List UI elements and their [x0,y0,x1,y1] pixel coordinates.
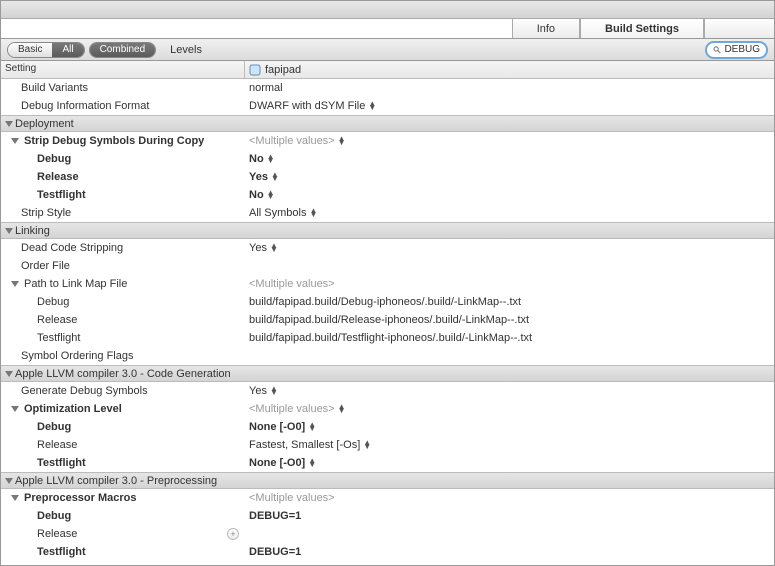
popup-icon[interactable]: ▲▼ [338,405,346,413]
setting-row[interactable]: DebugNo▲▼ [1,150,774,168]
disclosure-icon [5,478,13,484]
window-titlebar [1,1,774,19]
tab-info[interactable]: Info [512,19,580,38]
settings-table: Build Variantsnormal Debug Information F… [1,79,774,565]
disclosure-icon [5,371,13,377]
setting-row[interactable]: ReleaseYes▲▼ [1,168,774,186]
setting-row[interactable]: Debug Information FormatDWARF with dSYM … [1,97,774,115]
setting-row[interactable]: Generate Debug SymbolsYes▲▼ [1,382,774,400]
column-setting[interactable]: Setting [1,61,245,78]
scope-filter[interactable]: Basic All [7,42,85,58]
setting-row[interactable]: Symbol Ordering Flags [1,347,774,365]
tab-build-settings[interactable]: Build Settings [580,19,704,38]
column-header: Setting fapipad [1,61,774,79]
search-text: DEBUG [724,44,760,55]
popup-icon[interactable]: ▲▼ [270,387,278,395]
popup-icon[interactable]: ▲▼ [368,102,376,110]
disclosure-icon[interactable] [11,495,19,501]
popup-icon[interactable]: ▲▼ [308,423,316,431]
popup-icon[interactable]: ▲▼ [309,209,317,217]
popup-icon[interactable]: ▲▼ [271,173,279,181]
section-deployment[interactable]: Deployment [1,115,774,132]
popup-icon[interactable]: ▲▼ [267,155,275,163]
view-levels[interactable]: Levels [170,44,202,56]
filter-toolbar: Basic All Combined Levels DEBUG [1,39,774,61]
setting-row[interactable]: Path to Link Map File<Multiple values> [1,275,774,293]
column-target[interactable]: fapipad [245,61,774,78]
disclosure-icon[interactable] [11,138,19,144]
disclosure-icon [5,121,13,127]
search-icon [713,45,721,55]
app-icon [249,64,261,76]
setting-row[interactable]: Strip Debug Symbols During Copy<Multiple… [1,132,774,150]
setting-row[interactable]: Release+ [1,525,774,543]
setting-row[interactable]: Dead Code StrippingYes▲▼ [1,239,774,257]
setting-row[interactable]: Testflightbuild/fapipad.build/Testflight… [1,329,774,347]
disclosure-icon [5,228,13,234]
popup-icon[interactable]: ▲▼ [363,441,371,449]
search-field[interactable]: DEBUG [705,41,768,59]
setting-row[interactable]: DebugDEBUG=1 [1,507,774,525]
tab-empty[interactable] [704,19,774,38]
setting-row[interactable]: ReleaseFastest, Smallest [-Os]▲▼ [1,436,774,454]
setting-row[interactable]: TestflightNone [-O0]▲▼ [1,454,774,472]
setting-row[interactable]: Build Variantsnormal [1,79,774,97]
main-tabs: Info Build Settings [1,19,774,39]
setting-row[interactable]: Debugbuild/fapipad.build/Debug-iphoneos/… [1,293,774,311]
setting-row[interactable]: TestflightDEBUG=1 [1,543,774,561]
view-filter[interactable]: Combined [89,42,157,58]
setting-row[interactable]: TestflightNo▲▼ [1,186,774,204]
popup-icon[interactable]: ▲▼ [338,137,346,145]
section-preproc[interactable]: Apple LLVM compiler 3.0 - Preprocessing [1,472,774,489]
scope-all[interactable]: All [52,43,83,57]
setting-row[interactable]: Order File [1,257,774,275]
disclosure-icon[interactable] [11,281,19,287]
popup-icon[interactable]: ▲▼ [270,244,278,252]
section-linking[interactable]: Linking [1,222,774,239]
setting-row[interactable]: Preprocessor Macros<Multiple values> [1,489,774,507]
disclosure-icon[interactable] [11,406,19,412]
setting-row[interactable]: Optimization Level<Multiple values>▲▼ [1,400,774,418]
add-icon[interactable]: + [227,528,239,540]
setting-row[interactable]: DebugNone [-O0]▲▼ [1,418,774,436]
scope-basic[interactable]: Basic [8,43,52,57]
popup-icon[interactable]: ▲▼ [267,191,275,199]
section-codegen[interactable]: Apple LLVM compiler 3.0 - Code Generatio… [1,365,774,382]
setting-row[interactable]: Releasebuild/fapipad.build/Release-iphon… [1,311,774,329]
popup-icon[interactable]: ▲▼ [308,459,316,467]
setting-row[interactable]: Strip StyleAll Symbols▲▼ [1,204,774,222]
view-combined[interactable]: Combined [90,43,156,57]
